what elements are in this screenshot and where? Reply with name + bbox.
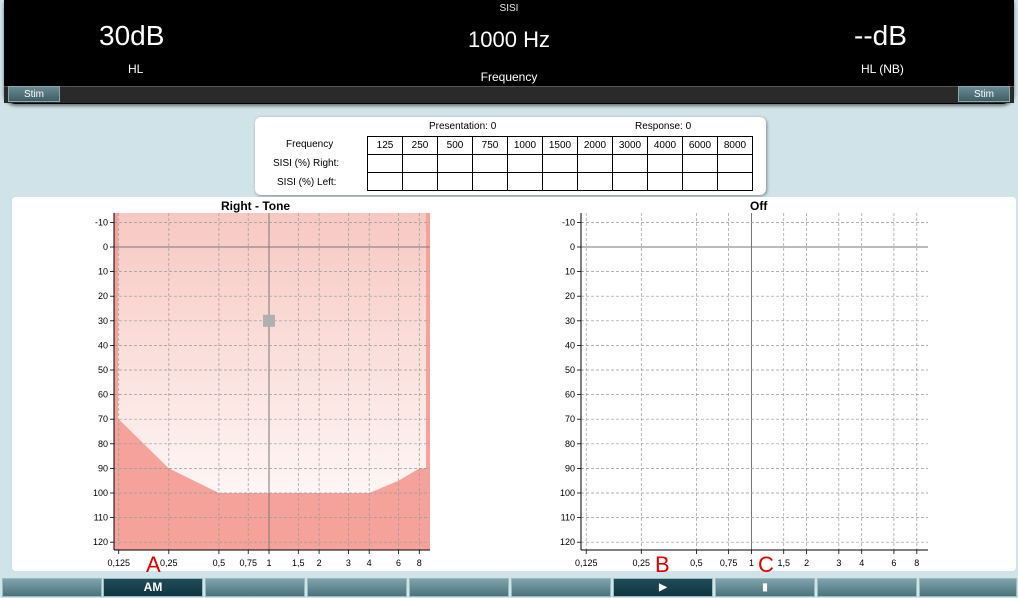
x-tick-label: 0,125 xyxy=(107,558,130,568)
x-tick-label: 6 xyxy=(891,558,896,568)
y-tick-label: 80 xyxy=(565,439,575,449)
y-tick-label: 40 xyxy=(565,340,575,350)
y-tick-label: 30 xyxy=(565,316,575,326)
y-tick-label: 90 xyxy=(98,463,108,473)
x-tick-label: 0,5 xyxy=(690,558,703,568)
marker-a: A xyxy=(146,552,161,577)
x-tick-label: 1,5 xyxy=(777,558,790,568)
y-tick-label: 30 xyxy=(98,316,108,326)
stimulus-marker xyxy=(263,314,275,327)
x-tick-label: 0,125 xyxy=(575,558,598,568)
function-key-3[interactable] xyxy=(205,578,305,597)
function-key-5[interactable] xyxy=(409,578,509,597)
y-tick-label: 40 xyxy=(98,340,108,350)
x-tick-label: 0,75 xyxy=(720,558,738,568)
y-tick-label: 70 xyxy=(98,414,108,424)
stop-button[interactable]: ▮ xyxy=(715,578,815,597)
x-tick-label: 1 xyxy=(266,558,271,568)
marker-b: B xyxy=(655,552,670,577)
y-tick-label: -10 xyxy=(562,217,575,227)
y-tick-label: 20 xyxy=(98,291,108,301)
x-tick-label: 4 xyxy=(859,558,864,568)
x-tick-label: 1 xyxy=(749,558,754,568)
x-tick-label: 0,5 xyxy=(213,558,226,568)
y-tick-label: 110 xyxy=(561,513,575,523)
x-tick-label: 0,75 xyxy=(239,558,257,568)
x-tick-label: 0,25 xyxy=(633,558,651,568)
x-tick-label: 3 xyxy=(836,558,841,568)
audiogram-charts[interactable]: 0,125 0,25 0,5 0,75 1 1,5 2 3 4 6 8-10010203040506… xyxy=(0,0,1018,598)
y-tick-label: 0 xyxy=(570,242,575,252)
y-tick-label: 50 xyxy=(98,365,108,375)
x-tick-label: 8 xyxy=(417,558,422,568)
function-key-6[interactable] xyxy=(511,578,611,597)
y-tick-label: 60 xyxy=(565,390,575,400)
x-tick-label: 1,5 xyxy=(292,558,305,568)
y-tick-label: 120 xyxy=(560,537,575,547)
y-tick-label: 0 xyxy=(103,242,108,252)
x-tick-label: 8 xyxy=(914,558,919,568)
function-key-9[interactable] xyxy=(817,578,917,597)
y-tick-label: -10 xyxy=(95,217,108,227)
x-tick-label: 0,25 xyxy=(160,558,178,568)
y-tick-label: 110 xyxy=(94,513,108,523)
y-tick-label: 10 xyxy=(98,267,108,277)
marker-c: C xyxy=(758,552,774,577)
x-tick-label: 2 xyxy=(804,558,809,568)
y-tick-label: 50 xyxy=(565,365,575,375)
play-button[interactable]: ▶ xyxy=(613,578,713,597)
y-tick-label: 120 xyxy=(93,537,108,547)
am-button[interactable]: AM xyxy=(103,578,203,597)
x-tick-label: 6 xyxy=(396,558,401,568)
x-tick-label: 2 xyxy=(317,558,322,568)
y-tick-label: 80 xyxy=(98,439,108,449)
x-tick-label: 3 xyxy=(346,558,351,568)
y-tick-label: 70 xyxy=(565,414,575,424)
y-tick-label: 100 xyxy=(93,488,108,498)
x-tick-label: 4 xyxy=(367,558,372,568)
y-tick-label: 20 xyxy=(565,291,575,301)
y-tick-label: 100 xyxy=(560,488,575,498)
function-key-1[interactable] xyxy=(2,578,102,597)
y-tick-label: 10 xyxy=(565,267,575,277)
function-key-4[interactable] xyxy=(307,578,407,597)
y-tick-label: 60 xyxy=(98,390,108,400)
function-key-10[interactable] xyxy=(919,578,1017,597)
y-tick-label: 90 xyxy=(565,463,575,473)
